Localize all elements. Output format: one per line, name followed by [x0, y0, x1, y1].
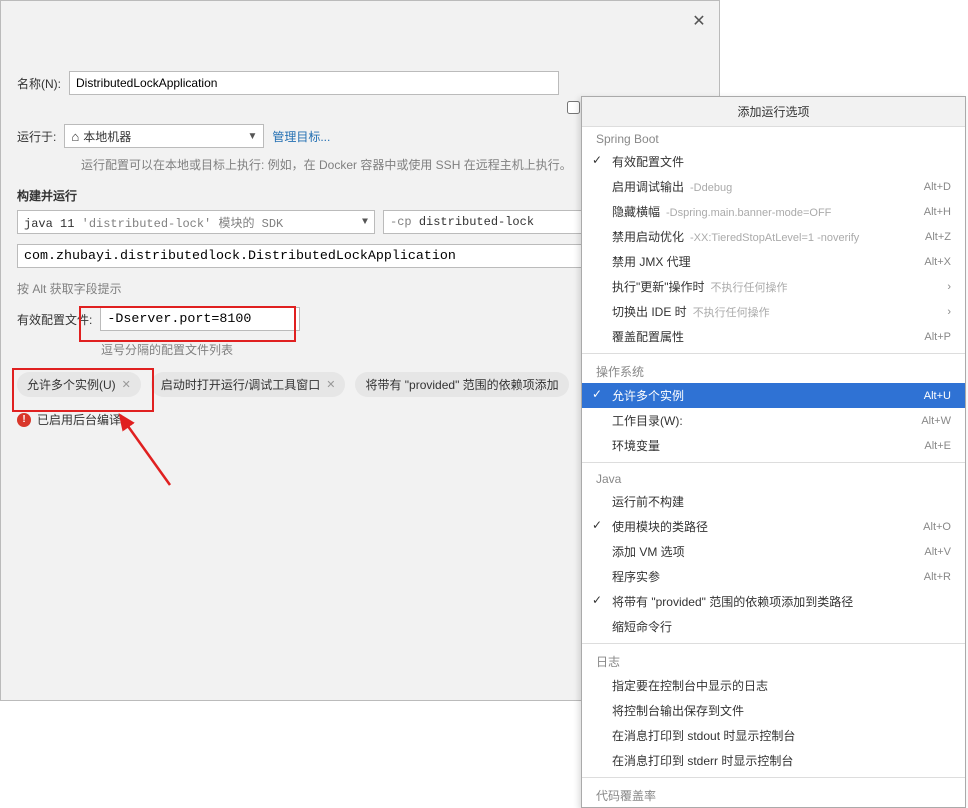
cp-prefix: -cp — [390, 215, 412, 229]
popup-item-label: 禁用 JMX 代理 — [612, 253, 691, 270]
home-icon: ⌂ — [71, 129, 79, 144]
tag-multiple-instances[interactable]: 允许多个实例(U)✕ — [17, 372, 141, 397]
popup-item[interactable]: 程序实参 Alt+R — [582, 564, 965, 589]
add-run-options-popup: 添加运行选项 Spring Boot ✓ 有效配置文件启用调试输出-Ddebug Al… — [581, 96, 966, 808]
popup-item-label: 运行前不构建 — [612, 493, 684, 510]
chevron-down-icon: ▼ — [362, 217, 368, 228]
popup-item-shortcut: Alt+D — [924, 181, 951, 193]
popup-item-hint: 不执行任何操作 — [693, 307, 770, 319]
run-on-value: 本地机器 — [83, 130, 131, 144]
popup-item[interactable]: 运行前不构建 — [582, 489, 965, 514]
popup-item[interactable]: 启用调试输出-Ddebug Alt+D — [582, 174, 965, 199]
run-on-label: 运行于: — [17, 128, 56, 145]
cp-value: distributed-lock — [419, 215, 534, 229]
popup-item-hint: 不执行任何操作 — [711, 282, 788, 294]
popup-item-label: 在消息打印到 stderr 时显示控制台 — [612, 752, 793, 769]
popup-item-shortcut: Alt+W — [921, 415, 951, 427]
manage-targets-link[interactable]: 管理目标... — [272, 128, 330, 145]
popup-item-shortcut: Alt+E — [924, 440, 951, 452]
popup-item-label: 添加 VM 选项 — [612, 543, 685, 560]
popup-item-label: 切换出 IDE 时不执行任何操作 — [612, 303, 770, 320]
sdk-select[interactable]: java 11 'distributed-lock' 模块的 SDK ▼ — [17, 210, 375, 234]
popup-item[interactable]: 在消息打印到 stdout 时显示控制台 — [582, 723, 965, 748]
popup-item-label: 程序实参 — [612, 568, 660, 585]
popup-item[interactable]: 执行"更新"操作时不执行任何操作 › — [582, 274, 965, 299]
sdk-java: java 11 — [24, 217, 74, 231]
popup-item-label: 将带有 "provided" 范围的依赖项添加到类路径 — [612, 593, 853, 610]
close-icon[interactable]: ✕ — [326, 378, 335, 391]
popup-item-shortcut: Alt+V — [924, 546, 951, 558]
popup-item-label: 在消息打印到 stdout 时显示控制台 — [612, 727, 795, 744]
popup-item-label: 有效配置文件 — [612, 153, 684, 170]
popup-item-shortcut: Alt+R — [924, 571, 951, 583]
popup-item-shortcut: Alt+U — [924, 390, 951, 402]
popup-item-shortcut: Alt+X — [924, 256, 951, 268]
popup-item-shortcut: Alt+O — [923, 521, 951, 533]
popup-item-label: 使用模块的类路径 — [612, 518, 708, 535]
popup-section-title: Java — [582, 467, 965, 489]
sdk-module: 'distributed-lock' 模块的 SDK — [82, 217, 284, 231]
popup-item[interactable]: 在消息打印到 stderr 时显示控制台 — [582, 748, 965, 773]
popup-item-shortcut: Alt+H — [924, 206, 951, 218]
tag-open-tool-window[interactable]: 启动时打开运行/调试工具窗口✕ — [151, 372, 346, 397]
popup-title: 添加运行选项 — [582, 97, 965, 127]
popup-item[interactable]: 添加 VM 选项 Alt+V — [582, 539, 965, 564]
popup-section-title: 代码覆盖率 — [582, 782, 965, 807]
popup-item[interactable]: 环境变量 Alt+E — [582, 433, 965, 458]
popup-item-hint: -XX:TieredStopAtLevel=1 -noverify — [690, 232, 859, 244]
check-icon: ✓ — [592, 593, 602, 607]
popup-item-label: 允许多个实例 — [612, 387, 684, 404]
active-profile-input[interactable] — [100, 307, 300, 331]
popup-item-label: 将控制台输出保存到文件 — [612, 702, 744, 719]
close-icon[interactable]: ✕ — [687, 9, 711, 33]
popup-item[interactable]: 缩短命令行 — [582, 614, 965, 639]
popup-section-title: Spring Boot — [582, 127, 965, 149]
popup-section-title: 操作系统 — [582, 358, 965, 383]
chevron-down-icon: ▼ — [247, 131, 257, 142]
run-on-select[interactable]: ⌂ 本地机器 ▼ — [64, 124, 264, 148]
check-icon: ✓ — [592, 518, 602, 532]
popup-item[interactable]: ✓ 允许多个实例 Alt+U — [582, 383, 965, 408]
popup-item-shortcut: Alt+Z — [925, 231, 951, 243]
popup-item[interactable]: 将控制台输出保存到文件 — [582, 698, 965, 723]
warn-text: 已启用后台编译 — [37, 411, 121, 428]
check-icon: ✓ — [592, 387, 602, 401]
popup-item[interactable]: ✓ 将带有 "provided" 范围的依赖项添加到类路径 — [582, 589, 965, 614]
popup-item[interactable]: 禁用 JMX 代理 Alt+X — [582, 249, 965, 274]
popup-item-shortcut: › — [947, 281, 951, 293]
close-icon[interactable]: ✕ — [122, 378, 131, 391]
store-checkbox[interactable] — [567, 101, 580, 114]
tag-provided-scope[interactable]: 将带有 "provided" 范围的依赖项添加 — [355, 372, 568, 397]
popup-item-label: 环境变量 — [612, 437, 660, 454]
popup-item[interactable]: 切换出 IDE 时不执行任何操作 › — [582, 299, 965, 324]
popup-item-label: 工作目录(W): — [612, 412, 683, 429]
popup-item-label: 指定要在控制台中显示的日志 — [612, 677, 768, 694]
popup-item[interactable]: 工作目录(W): Alt+W — [582, 408, 965, 433]
popup-item-label: 隐藏横幅-Dspring.main.banner-mode=OFF — [612, 203, 831, 220]
popup-item-label: 执行"更新"操作时不执行任何操作 — [612, 278, 788, 295]
check-icon: ✓ — [592, 153, 602, 167]
popup-section-title: 日志 — [582, 648, 965, 673]
active-profile-label: 有效配置文件: — [17, 311, 92, 328]
popup-item[interactable]: 指定要在控制台中显示的日志 — [582, 673, 965, 698]
popup-item[interactable]: 隐藏横幅-Dspring.main.banner-mode=OFF Alt+H — [582, 199, 965, 224]
popup-item-label: 禁用启动优化-XX:TieredStopAtLevel=1 -noverify — [612, 228, 859, 245]
popup-item-label: 缩短命令行 — [612, 618, 672, 635]
popup-item-label: 覆盖配置属性 — [612, 328, 684, 345]
popup-item[interactable]: ✓ 有效配置文件 — [582, 149, 965, 174]
popup-item-shortcut: Alt+P — [924, 331, 951, 343]
popup-item[interactable]: ✓ 使用模块的类路径 Alt+O — [582, 514, 965, 539]
popup-item-hint: -Dspring.main.banner-mode=OFF — [666, 207, 831, 219]
warning-icon: ! — [17, 413, 31, 427]
popup-item[interactable]: 覆盖配置属性 Alt+P — [582, 324, 965, 349]
popup-item-hint: -Ddebug — [690, 182, 732, 194]
popup-item[interactable]: 禁用启动优化-XX:TieredStopAtLevel=1 -noverify A… — [582, 224, 965, 249]
popup-item-shortcut: › — [947, 306, 951, 318]
name-input[interactable] — [69, 71, 559, 95]
name-label: 名称(N): — [17, 75, 61, 92]
popup-item-label: 启用调试输出-Ddebug — [612, 178, 732, 195]
